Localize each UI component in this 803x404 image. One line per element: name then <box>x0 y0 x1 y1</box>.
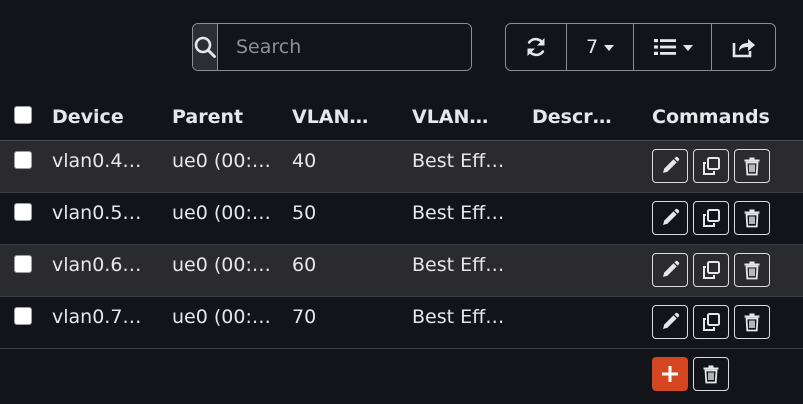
cell-vlan-tag: 40 <box>292 150 317 172</box>
search-group <box>192 23 472 71</box>
delete-button[interactable] <box>734 305 770 339</box>
vlan-table: Device Parent VLAN… VLAN… Descr… Command… <box>0 96 803 401</box>
row-checkbox[interactable] <box>14 151 32 169</box>
row-checkbox[interactable] <box>14 255 32 273</box>
delete-button[interactable] <box>734 149 770 183</box>
column-header-parent[interactable]: Parent <box>172 106 243 128</box>
delete-selected-button[interactable] <box>693 357 729 391</box>
cell-vlan-priority: Best Eff… <box>412 150 505 172</box>
select-all-checkbox[interactable] <box>14 106 32 124</box>
row-checkbox[interactable] <box>14 307 32 325</box>
list-icon <box>653 37 677 57</box>
footer-commands <box>652 357 729 391</box>
delete-button[interactable] <box>734 201 770 235</box>
row-commands <box>652 149 770 183</box>
table-row[interactable]: vlan0.5… ue0 (00:… 50 Best Eff… <box>0 193 803 245</box>
row-commands <box>652 253 770 287</box>
row-checkbox[interactable] <box>14 203 32 221</box>
trash-icon <box>703 365 719 384</box>
export-button[interactable] <box>712 24 775 70</box>
add-button[interactable] <box>652 357 688 391</box>
column-header-description[interactable]: Descr… <box>532 106 612 128</box>
table-row[interactable]: vlan0.7… ue0 (00:… 70 Best Eff… <box>0 297 803 349</box>
refresh-icon <box>524 35 548 59</box>
rows-per-page-dropdown[interactable]: 7 <box>567 24 634 70</box>
trash-icon <box>744 209 760 228</box>
column-header-commands: Commands <box>652 106 770 128</box>
copy-icon <box>703 313 720 331</box>
caret-down-icon <box>682 45 693 51</box>
clone-button[interactable] <box>693 305 729 339</box>
cell-vlan-priority: Best Eff… <box>412 202 505 224</box>
cell-vlan-tag: 60 <box>292 254 317 276</box>
cell-parent: ue0 (00:… <box>172 306 271 328</box>
cell-device: vlan0.4… <box>52 150 142 172</box>
cell-vlan-priority: Best Eff… <box>412 254 505 276</box>
pencil-icon <box>663 312 680 329</box>
column-header-device[interactable]: Device <box>52 106 124 128</box>
clone-button[interactable] <box>693 201 729 235</box>
trash-icon <box>744 313 760 332</box>
copy-icon <box>703 157 720 175</box>
trash-icon <box>744 261 760 280</box>
delete-button[interactable] <box>734 253 770 287</box>
trash-icon <box>744 157 760 176</box>
edit-button[interactable] <box>652 201 688 235</box>
search-icon <box>193 24 218 70</box>
cell-parent: ue0 (00:… <box>172 254 271 276</box>
table-footer <box>0 349 803 401</box>
cell-device: vlan0.7… <box>52 306 142 328</box>
table-row[interactable]: vlan0.4… ue0 (00:… 40 Best Eff… <box>0 141 803 193</box>
cell-vlan-priority: Best Eff… <box>412 306 505 328</box>
cell-device: vlan0.6… <box>52 254 142 276</box>
row-commands <box>652 305 770 339</box>
column-header-vlan-tag[interactable]: VLAN… <box>292 106 368 128</box>
clone-button[interactable] <box>693 149 729 183</box>
edit-button[interactable] <box>652 305 688 339</box>
table-row[interactable]: vlan0.6… ue0 (00:… 60 Best Eff… <box>0 245 803 297</box>
cell-device: vlan0.5… <box>52 202 142 224</box>
copy-icon <box>703 261 720 279</box>
caret-down-icon <box>604 45 615 51</box>
columns-dropdown[interactable] <box>634 24 712 70</box>
vlan-grid-panel: 7 <box>0 0 803 404</box>
cell-vlan-tag: 70 <box>292 306 317 328</box>
grid-toolbar: 7 <box>505 23 776 71</box>
column-header-vlan-priority[interactable]: VLAN… <box>412 106 488 128</box>
row-commands <box>652 201 770 235</box>
pencil-icon <box>663 260 680 277</box>
edit-button[interactable] <box>652 149 688 183</box>
cell-vlan-tag: 50 <box>292 202 317 224</box>
export-icon <box>731 35 757 59</box>
table-header: Device Parent VLAN… VLAN… Descr… Command… <box>0 96 803 141</box>
clone-button[interactable] <box>693 253 729 287</box>
copy-icon <box>703 209 720 227</box>
cell-parent: ue0 (00:… <box>172 202 271 224</box>
pencil-icon <box>663 208 680 225</box>
plus-icon <box>662 366 678 382</box>
refresh-button[interactable] <box>506 24 567 70</box>
cell-parent: ue0 (00:… <box>172 150 271 172</box>
pencil-icon <box>663 156 680 173</box>
edit-button[interactable] <box>652 253 688 287</box>
rows-per-page-value: 7 <box>585 36 599 58</box>
search-input[interactable] <box>218 24 471 70</box>
